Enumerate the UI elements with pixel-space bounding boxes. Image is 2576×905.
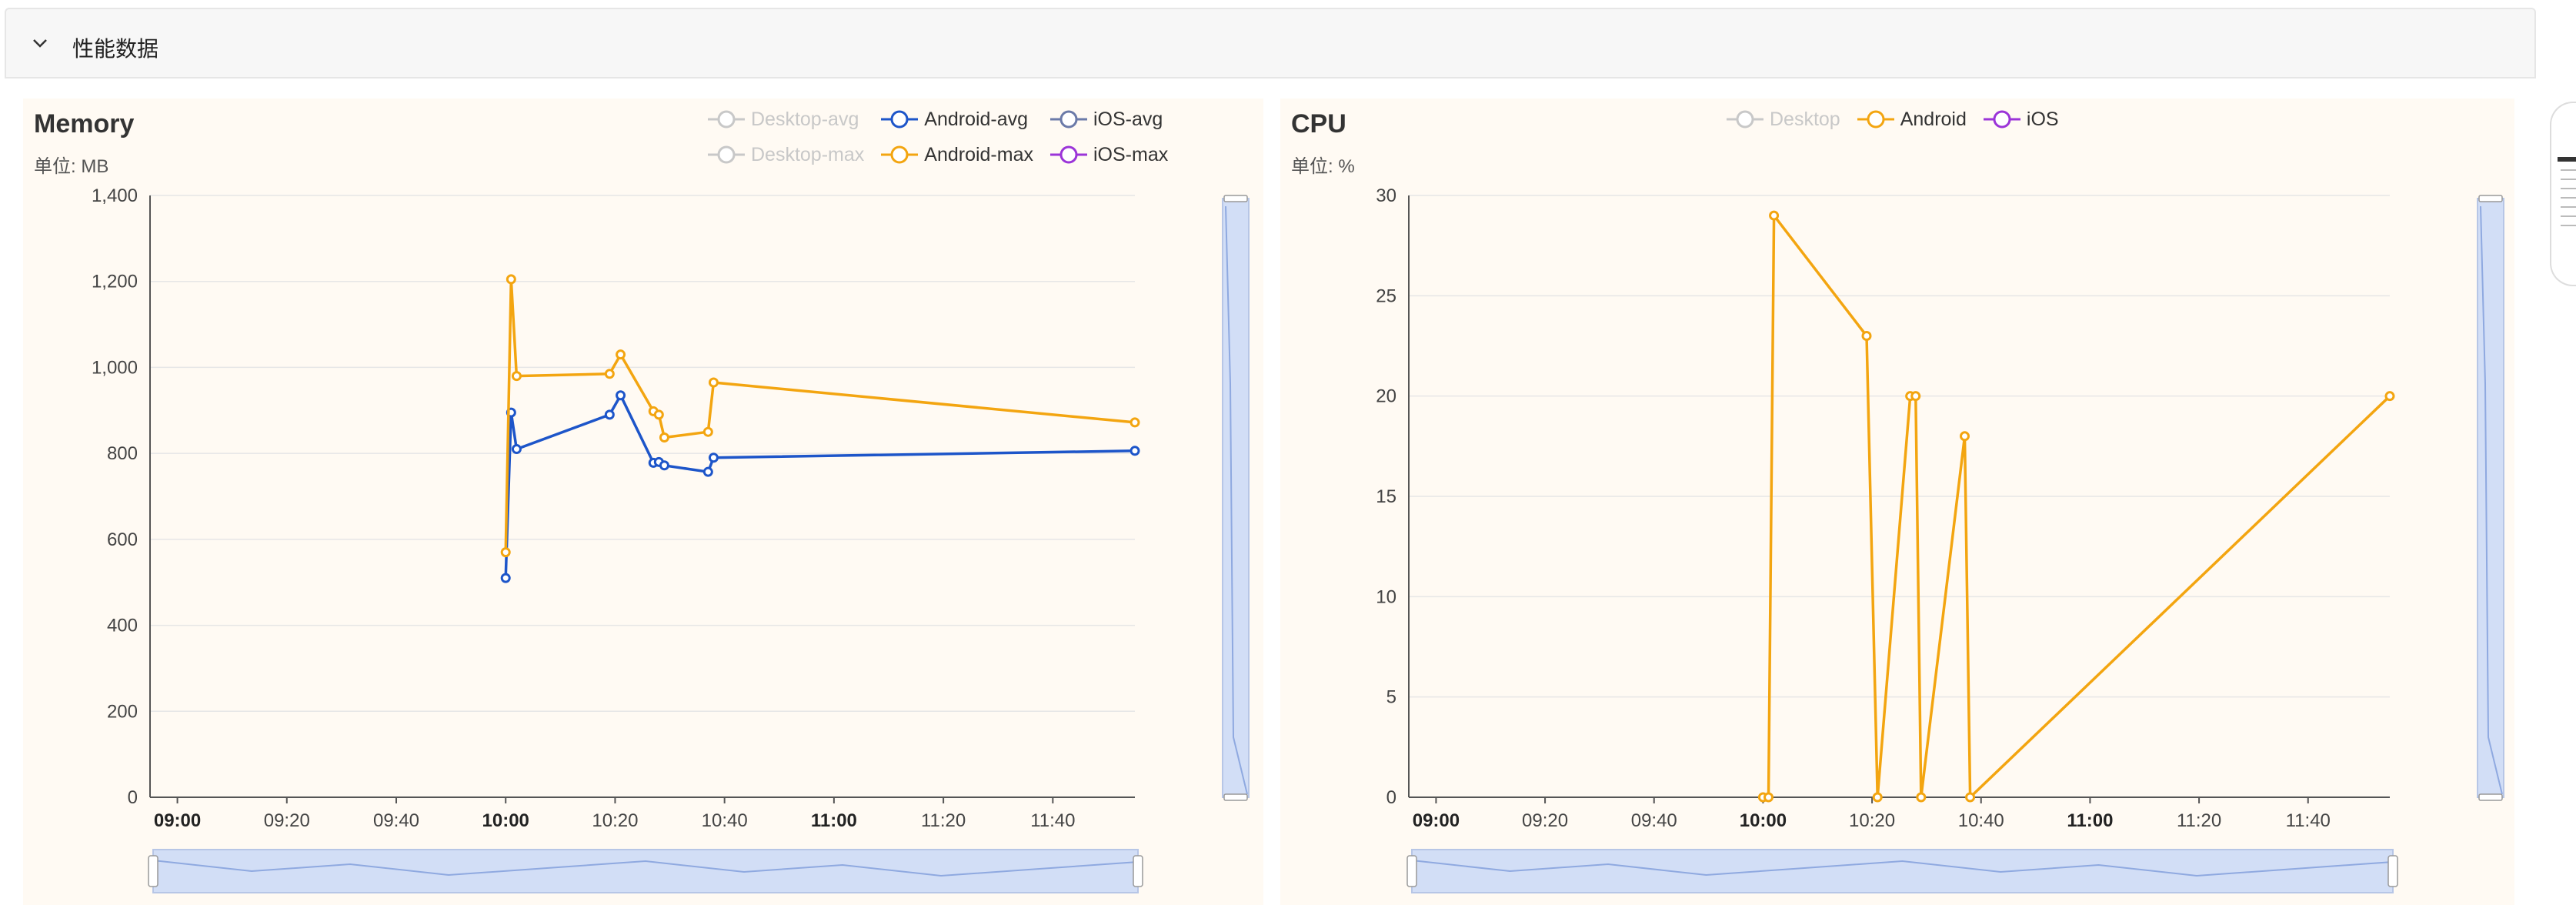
data-point bbox=[500, 573, 511, 583]
x-zoom-handle-left bbox=[1406, 855, 1417, 887]
data-point bbox=[1965, 792, 1976, 803]
x-tick-label: 11:20 bbox=[921, 810, 966, 831]
scrollbar-mark bbox=[2561, 206, 2576, 208]
memory-chart-panel: Memory 单位: MB Desktop-avg Android-avg iOS-… bbox=[23, 99, 1263, 905]
y-tick-label: 1,200 bbox=[92, 272, 138, 292]
y-zoom-slider bbox=[2477, 198, 2504, 798]
x-tick-label: 11:40 bbox=[2286, 810, 2331, 831]
x-tick-label: 09:00 bbox=[1413, 810, 1460, 831]
x-tick-label: 09:20 bbox=[1522, 810, 1568, 831]
scrollbar-mark bbox=[2561, 179, 2576, 180]
data-point bbox=[616, 349, 626, 360]
performance-section-header[interactable]: 性能数据 bbox=[5, 8, 2536, 78]
data-point bbox=[1763, 792, 1774, 803]
y-tick-label: 400 bbox=[107, 616, 138, 636]
x-tick-label: 10:00 bbox=[482, 810, 529, 831]
cpu-line-chart[interactable]: 0 5 10 15 20 25 30 09:00 09:20 09:40 10:00 10:20 10:… bbox=[1280, 99, 2514, 905]
scrollbar-thumb[interactable] bbox=[2558, 157, 2576, 162]
x-tick-label: 10:40 bbox=[702, 810, 748, 831]
y-zoom-handle-bottom bbox=[2478, 793, 2503, 801]
x-zoom-slider bbox=[152, 849, 1139, 893]
y-tick-label: 1,000 bbox=[92, 357, 138, 378]
cpu-chart-panel: CPU 单位: % Desktop Android iOS 0 5 10 15 20 25 30… bbox=[1280, 99, 2514, 905]
y-tick-label: 1,400 bbox=[92, 185, 138, 206]
y-tick-label: 15 bbox=[1376, 486, 1396, 507]
data-point bbox=[1130, 446, 1140, 456]
x-tick-label: 10:40 bbox=[1958, 810, 2004, 831]
data-point bbox=[1130, 417, 1140, 428]
y-tick-label: 10 bbox=[1376, 586, 1396, 607]
y-tick-label: 800 bbox=[107, 443, 138, 464]
section-title: 性能数据 bbox=[72, 37, 159, 61]
data-point bbox=[1861, 330, 1872, 341]
data-point bbox=[1769, 210, 1780, 221]
x-tick-label: 10:20 bbox=[1849, 810, 1895, 831]
data-point bbox=[500, 547, 511, 558]
y-tick-label: 0 bbox=[1386, 787, 1396, 808]
data-point bbox=[659, 432, 669, 442]
data-point bbox=[659, 460, 669, 471]
data-point bbox=[604, 409, 615, 420]
data-point bbox=[2384, 391, 2395, 402]
y-tick-label: 20 bbox=[1376, 386, 1396, 407]
y-zoom-handle-top bbox=[1223, 195, 1248, 202]
data-point bbox=[604, 369, 615, 379]
data-point bbox=[616, 390, 626, 401]
x-tick-label: 10:00 bbox=[1740, 810, 1787, 831]
y-tick-label: 30 bbox=[1376, 185, 1396, 206]
memory-line-chart[interactable]: 0 200 400 600 800 1,000 1,200 1,400 09:00 09:20 09… bbox=[23, 99, 1263, 905]
data-point bbox=[653, 409, 664, 420]
data-point bbox=[708, 452, 719, 463]
scrollbar-mark bbox=[2561, 197, 2576, 199]
x-tick-label: 11:20 bbox=[2177, 810, 2221, 831]
x-tick-label: 09:00 bbox=[154, 810, 201, 831]
x-zoom-handle-right bbox=[2387, 855, 2398, 887]
series-line-android-max bbox=[504, 278, 1136, 553]
y-tick-label: 25 bbox=[1376, 286, 1396, 306]
page-scrollbar[interactable] bbox=[2550, 102, 2576, 286]
data-point bbox=[708, 377, 719, 388]
data-point bbox=[702, 426, 713, 437]
y-tick-label: 200 bbox=[107, 701, 138, 722]
data-point bbox=[1872, 792, 1883, 803]
x-zoom-handle-left bbox=[148, 855, 158, 887]
x-tick-label: 09:40 bbox=[1631, 810, 1677, 831]
x-zoom-slider bbox=[1411, 849, 2394, 893]
x-tick-label: 09:40 bbox=[373, 810, 419, 831]
data-point bbox=[506, 274, 516, 285]
data-point bbox=[511, 371, 522, 382]
x-tick-label: 11:00 bbox=[2067, 810, 2113, 831]
series-line-android bbox=[1763, 214, 2391, 799]
x-tick-label: 10:20 bbox=[592, 810, 638, 831]
scrollbar-mark bbox=[2561, 188, 2576, 189]
data-point bbox=[1960, 431, 1970, 442]
y-tick-label: 0 bbox=[128, 787, 138, 808]
data-point bbox=[702, 466, 713, 477]
data-point bbox=[511, 444, 522, 455]
data-point bbox=[1910, 391, 1921, 402]
y-tick-label: 600 bbox=[107, 529, 138, 550]
scrollbar-mark bbox=[2561, 169, 2576, 171]
series-line-android-avg bbox=[504, 393, 1136, 579]
chevron-down-icon[interactable] bbox=[29, 32, 51, 54]
x-tick-label: 09:20 bbox=[264, 810, 310, 831]
x-tick-label: 11:00 bbox=[811, 810, 857, 831]
y-zoom-handle-top bbox=[2478, 195, 2503, 202]
scrollbar-mark bbox=[2561, 215, 2576, 217]
y-tick-label: 5 bbox=[1386, 687, 1396, 708]
data-point bbox=[1916, 792, 1927, 803]
scrollbar-mark bbox=[2561, 225, 2576, 226]
x-tick-label: 11:40 bbox=[1030, 810, 1075, 831]
y-zoom-slider bbox=[1222, 198, 1250, 798]
y-zoom-handle-bottom bbox=[1223, 793, 1248, 801]
x-zoom-handle-right bbox=[1133, 855, 1143, 887]
